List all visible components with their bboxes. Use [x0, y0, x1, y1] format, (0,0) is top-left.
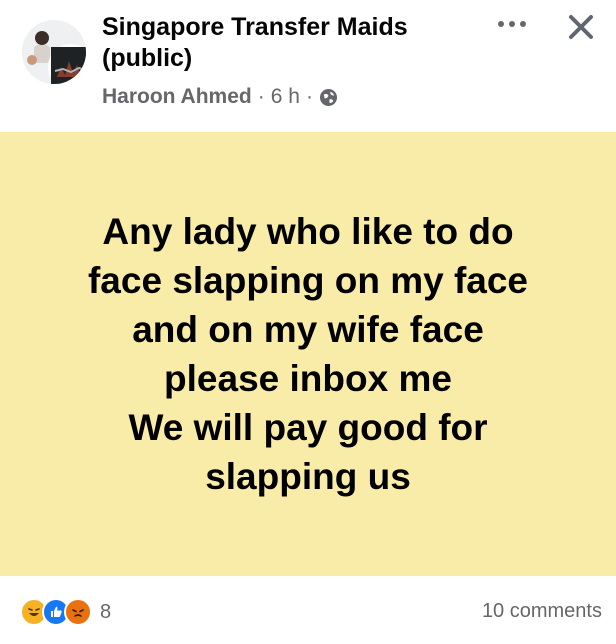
reaction-count: 8 [100, 600, 112, 623]
more-options-icon[interactable] [490, 14, 534, 34]
post-text: Any lady who like to do face slapping on… [87, 211, 529, 497]
group-name-link[interactable]: Singapore Transfer Maids (public) [102, 12, 432, 74]
author-name-link[interactable]: Haroon Ahmed [102, 85, 252, 109]
post-timestamp[interactable]: 6 h [271, 85, 300, 109]
post-header: Singapore Transfer Maids (public) Haroon… [0, 0, 616, 132]
post-body: Any lady who like to do face slapping on… [0, 132, 616, 576]
angry-reaction-icon [64, 598, 92, 626]
meta-separator-2: · [305, 85, 313, 108]
post-meta: Haroon Ahmed · 6 h · [102, 85, 338, 109]
globe-icon [319, 88, 337, 106]
meta-separator: · [257, 85, 265, 108]
post-footer: 8 10 comments [0, 576, 616, 644]
reactions-summary[interactable]: 8 [20, 598, 111, 626]
close-icon[interactable] [566, 12, 596, 42]
group-avatar[interactable] [22, 20, 86, 84]
member-avatar [48, 44, 86, 84]
comments-count-link[interactable]: 10 comments [482, 600, 602, 623]
